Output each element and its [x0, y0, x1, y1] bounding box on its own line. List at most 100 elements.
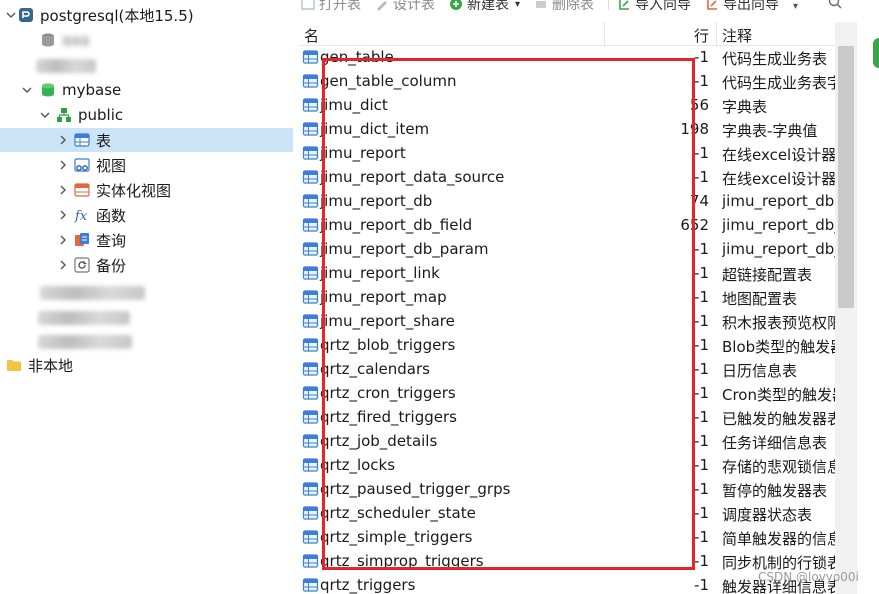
table-icon: [302, 338, 319, 352]
dropdown-arrow-icon[interactable]: ▾: [793, 1, 798, 12]
chevron-right-icon[interactable]: [56, 133, 70, 147]
toolbar-divider: [608, 0, 610, 10]
tree-item-queries[interactable]: 查询: [56, 228, 126, 252]
table-icon: [302, 554, 319, 568]
postgresql-icon: [19, 8, 33, 22]
design-table-button[interactable]: 设计表: [375, 0, 435, 12]
table-icon: [302, 434, 319, 448]
database-label-blurred: aaa: [62, 31, 90, 49]
table-icon: [302, 410, 319, 424]
table-icon: [302, 146, 319, 160]
table-comment: 存储的悲观锁信息: [722, 458, 835, 476]
tree-item-materialized-views[interactable]: 实体化视图: [56, 178, 171, 202]
tree-label: 表: [96, 131, 112, 150]
dropdown-arrow-icon[interactable]: ▾: [515, 0, 520, 10]
table-icon: [302, 506, 319, 520]
chevron-down-icon[interactable]: [4, 8, 18, 22]
database-label: mybase: [62, 81, 122, 99]
tree-label: 备份: [96, 256, 127, 275]
table-row[interactable]: qrtz_triggers -1 触发器详细信息表: [298, 574, 835, 594]
chevron-right-icon[interactable]: [56, 158, 70, 172]
table-name-cell: qrtz_triggers: [302, 576, 415, 594]
column-header-comment[interactable]: 注释: [722, 25, 752, 46]
table-comment: 在线excel设计器: [722, 170, 835, 188]
scrollbar-thumb[interactable]: [838, 46, 854, 308]
table-icon: [302, 266, 319, 280]
schema-icon: [57, 108, 71, 122]
tree-label: 函数: [96, 206, 127, 225]
table-comment: 日历信息表: [722, 362, 798, 380]
table-comment: 字典表: [722, 98, 768, 116]
side-panel: [857, 0, 879, 594]
query-icon: [75, 233, 89, 246]
table-icon: [302, 386, 319, 400]
export-icon: [707, 0, 718, 10]
tree-item-connection[interactable]: postgresql(本地15.5): [4, 3, 194, 27]
new-table-button[interactable]: 新建表 ▾: [449, 0, 520, 12]
folder-icon: [7, 360, 21, 371]
table-comment: jimu_report_db: [722, 192, 835, 210]
search-icon[interactable]: [827, 0, 843, 10]
column-header-rows[interactable]: 行: [694, 25, 709, 46]
table-icon: [302, 290, 319, 304]
tree-label: 实体化视图: [96, 181, 172, 200]
tree-item-tables[interactable]: 表: [0, 128, 293, 152]
tree-item-group[interactable]: 非本地: [6, 353, 73, 377]
column-divider: [604, 22, 605, 46]
table-icon: [302, 458, 319, 472]
table-icon: [302, 578, 319, 592]
navicat-window: postgresql(本地15.5) aaa mybase public 表 视…: [0, 0, 879, 594]
column-divider: [716, 22, 717, 46]
delete-table-button[interactable]: 删除表: [534, 0, 594, 12]
tree-label: 查询: [96, 231, 127, 250]
panel-edge-icon: [873, 38, 879, 68]
table-comment: 已触发的触发器表: [722, 410, 835, 428]
table-icon: [74, 133, 90, 147]
schema-label: public: [78, 106, 124, 124]
tree-item-mybase[interactable]: mybase: [20, 78, 121, 102]
table-icon: [302, 218, 319, 232]
tree-item-views[interactable]: 视图: [56, 153, 126, 177]
table-header: 名 行 注释: [298, 22, 835, 46]
tree-item-blurred: [38, 330, 132, 354]
tree-item-backups[interactable]: 备份: [56, 253, 126, 277]
column-header-name[interactable]: 名: [304, 25, 319, 46]
import-icon: [619, 0, 630, 10]
tree-item-public[interactable]: public: [38, 103, 123, 127]
table-icon: [302, 314, 319, 328]
chevron-right-icon[interactable]: [56, 233, 70, 247]
add-icon: [450, 0, 462, 10]
chevron-down-icon[interactable]: [38, 108, 52, 122]
chevron-down-icon[interactable]: [20, 83, 34, 97]
chevron-right-icon[interactable]: [56, 258, 70, 272]
tree-item-blurred: [36, 54, 96, 78]
tree-item-functions[interactable]: fx 函数: [56, 203, 126, 227]
row-count: -1: [694, 576, 709, 594]
highlight-annotation: [322, 58, 695, 570]
table-comment: 暂停的触发器表: [722, 482, 828, 500]
table-comment: 地图配置表: [722, 290, 798, 308]
table-icon: [302, 194, 319, 208]
vertical-scrollbar[interactable]: [835, 22, 857, 594]
table-icon: [302, 530, 319, 544]
table-name: qrtz_triggers: [320, 576, 416, 594]
table-comment: 在线excel设计器: [722, 146, 835, 164]
table-comment: 字典表-字典值: [722, 122, 818, 140]
chevron-right-icon[interactable]: [56, 208, 70, 222]
table-icon: [302, 170, 319, 184]
table-comment: 积木报表预览权限: [722, 314, 835, 332]
view-icon: [74, 158, 90, 172]
open-table-icon: [301, 0, 315, 10]
export-wizard-button[interactable]: 导出向导: [705, 0, 779, 12]
redacted-item: [38, 311, 130, 325]
redacted-item: [38, 335, 132, 349]
tree-item-db-blurred[interactable]: aaa: [40, 28, 90, 52]
chevron-right-icon[interactable]: [56, 183, 70, 197]
redacted-item: [36, 59, 96, 73]
table-comment: jimu_report_db_: [722, 240, 835, 258]
import-wizard-button[interactable]: 导入向导: [617, 0, 691, 12]
table-icon: [302, 242, 319, 256]
object-tree[interactable]: postgresql(本地15.5) aaa mybase public 表 视…: [0, 0, 293, 594]
open-table-button[interactable]: 打开表: [301, 0, 361, 12]
table-icon: [302, 482, 319, 496]
